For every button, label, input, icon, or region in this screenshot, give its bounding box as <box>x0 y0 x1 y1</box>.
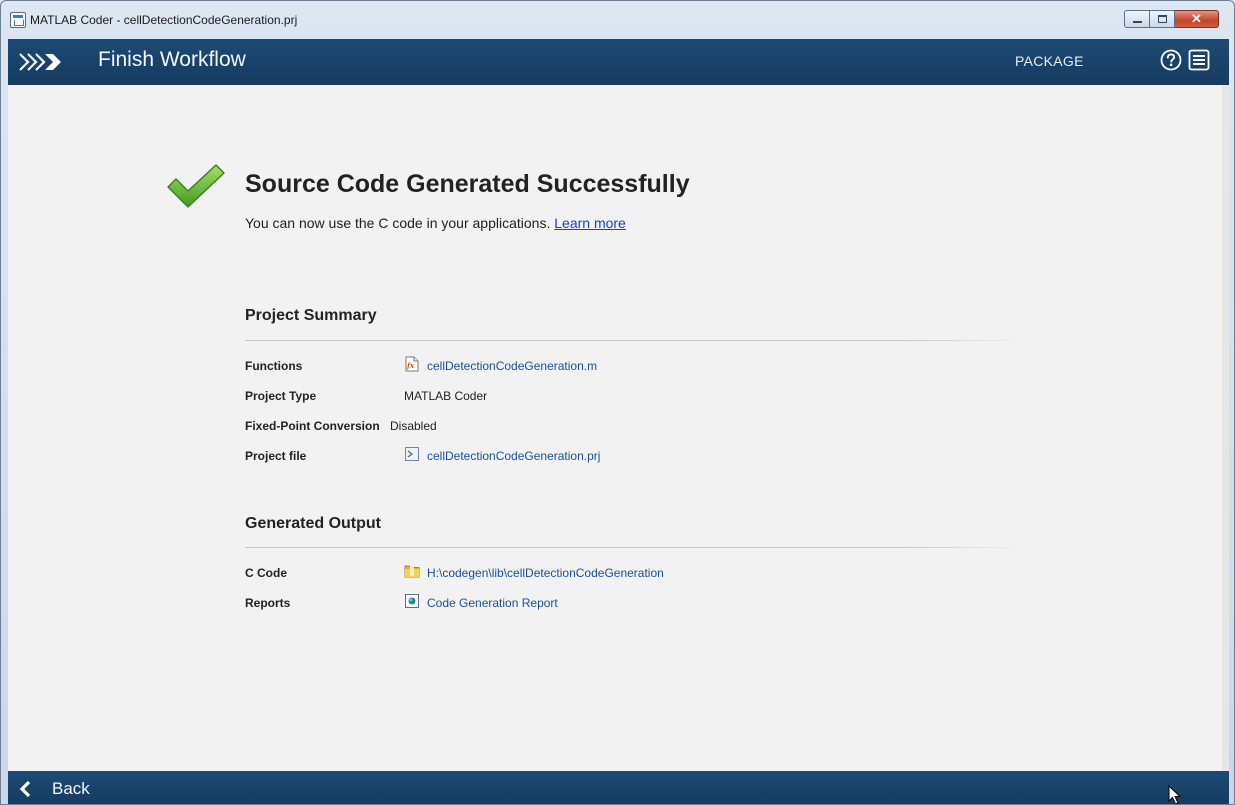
learn-more-link[interactable]: Learn more <box>554 215 626 231</box>
project-file-link[interactable]: cellDetectionCodeGeneration.prj <box>427 449 600 463</box>
matlab-coder-app-icon[interactable] <box>10 12 26 28</box>
reports-label: Reports <box>245 596 291 610</box>
c-code-label: C Code <box>245 566 287 580</box>
success-subtitle: You can now use the C code in your appli… <box>245 215 626 231</box>
code-generation-report-link[interactable]: Code Generation Report <box>427 596 558 610</box>
project-type-label: Project Type <box>245 389 317 403</box>
functions-file-link[interactable]: cellDetectionCodeGeneration.m <box>427 359 597 373</box>
folder-icon <box>404 565 420 578</box>
mouse-cursor-icon <box>1168 785 1182 804</box>
generated-output-divider <box>245 547 1025 548</box>
success-message: You can now use the C code in your appli… <box>245 215 551 231</box>
help-icon[interactable] <box>1160 49 1182 71</box>
close-icon: ✕ <box>1191 11 1202 26</box>
generated-output-heading: Generated Output <box>245 515 382 532</box>
fixed-point-value: Disabled <box>390 419 437 433</box>
project-summary-heading: Project Summary <box>245 307 377 324</box>
matlab-function-file-icon: fx <box>405 356 419 372</box>
project-type-value: MATLAB Coder <box>404 389 488 403</box>
checkmark-icon <box>167 164 225 208</box>
success-title: Source Code Generated Successfully <box>245 170 690 198</box>
c-code-folder-link[interactable]: H:\codegen\lib\cellDetectionCodeGenerati… <box>427 566 664 580</box>
title-bar[interactable]: MATLAB Coder - cellDetectionCodeGenerati… <box>1 1 1234 39</box>
minimize-button[interactable] <box>1124 10 1150 28</box>
maximize-button[interactable] <box>1150 10 1175 28</box>
app-window: MATLAB Coder - cellDetectionCodeGenerati… <box>0 0 1235 805</box>
back-label: Back <box>52 779 90 798</box>
menu-icon[interactable] <box>1188 49 1210 71</box>
chevron-left-icon <box>19 780 31 798</box>
workflow-header: Finish Workflow PACKAGE <box>8 39 1229 85</box>
project-summary-divider <box>245 340 1025 341</box>
package-button[interactable]: PACKAGE <box>1015 53 1084 69</box>
report-icon <box>405 594 419 608</box>
window-title: MATLAB Coder - cellDetectionCodeGenerati… <box>30 13 298 27</box>
scrollbar[interactable] <box>1222 85 1229 771</box>
footer-bar: Back <box>8 771 1229 804</box>
functions-label: Functions <box>245 359 303 373</box>
page-title: Finish Workflow <box>98 48 246 71</box>
workflow-chevrons-icon[interactable] <box>18 52 62 72</box>
project-file-icon <box>405 447 419 461</box>
close-button[interactable]: ✕ <box>1175 10 1219 28</box>
fixed-point-label: Fixed-Point Conversion <box>245 419 380 433</box>
finish-workflow-page: Source Code Generated Successfully You c… <box>8 85 1222 771</box>
project-file-label: Project file <box>245 449 307 463</box>
svg-text:fx: fx <box>406 361 415 370</box>
